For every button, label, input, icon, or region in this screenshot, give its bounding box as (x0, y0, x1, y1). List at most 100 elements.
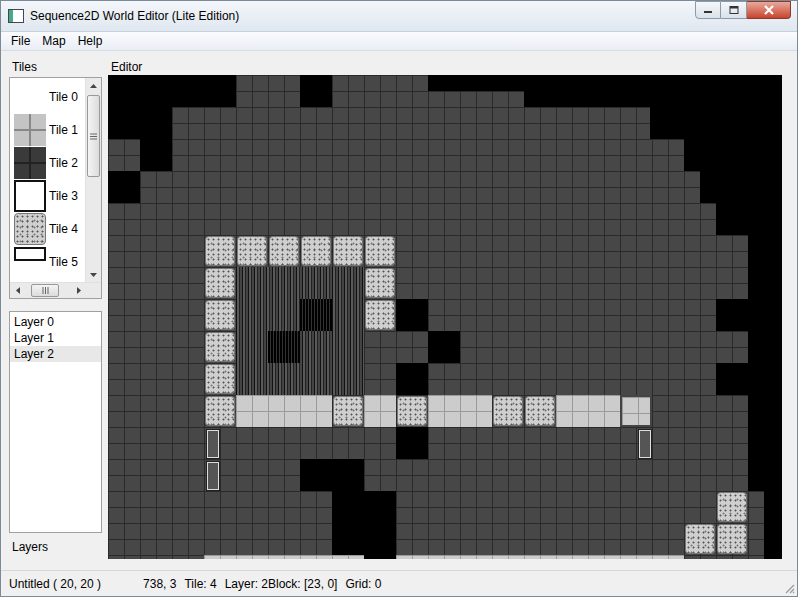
scroll-left-button[interactable] (10, 283, 25, 298)
stone-tile (397, 396, 427, 426)
document-status: Untitled ( 20, 20 ) (9, 577, 101, 591)
void-region (716, 203, 782, 235)
scroll-thumb[interactable] (87, 95, 100, 177)
void-region (764, 491, 782, 559)
light-tile (620, 395, 652, 427)
tile-item[interactable]: Tile 0 (10, 80, 85, 113)
void-region (650, 107, 782, 139)
light-tile (204, 555, 236, 559)
scroll-track (59, 283, 71, 298)
window-title: Sequence2D World Editor (Lite Edition) (30, 9, 695, 23)
layer-list: Layer 0Layer 1Layer 2 (9, 311, 102, 533)
menu-item[interactable]: File (5, 34, 36, 48)
light-tile (428, 395, 460, 427)
light-tile (588, 555, 620, 559)
stone-tile (365, 268, 395, 298)
light-tile (524, 555, 556, 559)
void-region (684, 139, 782, 171)
tile-white-icon (14, 180, 46, 212)
tile-item[interactable]: Tile 3 (10, 179, 85, 212)
light-tile (364, 395, 396, 427)
horizontal-scrollbar[interactable] (10, 282, 101, 298)
void-region (108, 171, 140, 203)
editor-panel: Editor (108, 59, 782, 570)
editor-label: Editor (108, 59, 782, 75)
stone-tile (365, 236, 395, 266)
layer-item[interactable]: Layer 0 (10, 314, 101, 330)
tile-empty-icon (14, 81, 46, 113)
menu-bar: FileMapHelp (1, 32, 797, 51)
dark-tile-patch (268, 331, 300, 363)
void-region (748, 267, 782, 299)
tile-item[interactable]: Tile 4 (10, 212, 85, 245)
tile-label: Tile 4 (49, 222, 78, 236)
map-canvas[interactable] (108, 75, 782, 559)
tile-item[interactable]: Tile 5 (10, 245, 85, 278)
scroll-thumb[interactable] (31, 284, 59, 297)
stone-tile (301, 236, 331, 266)
scroll-up-button[interactable] (86, 78, 101, 93)
outline-tile (207, 430, 219, 458)
stone-tile (205, 236, 235, 266)
scroll-track (86, 177, 101, 267)
app-icon (8, 9, 24, 23)
close-icon (763, 5, 775, 15)
title-bar: Sequence2D World Editor (Lite Edition) (1, 1, 797, 32)
status-field: 738, 3 (143, 577, 176, 591)
striped-tile-area (236, 267, 364, 395)
maximize-icon (729, 6, 739, 14)
stone-tile (365, 300, 395, 330)
stone-tile (493, 396, 523, 426)
status-bar: Untitled ( 20, 20 ) 738, 3 Tile: 4 Layer: 2… (1, 570, 797, 596)
arrow-left-icon (16, 287, 20, 294)
layer-item[interactable]: Layer 2 (10, 346, 101, 362)
light-tile (652, 555, 684, 559)
light-tile (428, 555, 460, 559)
light-tile (588, 395, 620, 427)
light-tile (268, 395, 300, 427)
light-tile (620, 555, 652, 559)
stone-tile (269, 236, 299, 266)
light-tile (236, 395, 268, 427)
light-tile (556, 555, 588, 559)
void-region (700, 171, 782, 203)
window-buttons (695, 1, 791, 19)
stone-tile (685, 524, 715, 554)
void-region (748, 395, 782, 491)
stone-tile (237, 236, 267, 266)
layer-item[interactable]: Layer 1 (10, 330, 101, 346)
tile-label: Tile 3 (49, 189, 78, 203)
void-region (300, 459, 364, 491)
void-region (108, 107, 172, 139)
menu-item[interactable]: Map (36, 34, 71, 48)
void-region (396, 427, 428, 459)
vertical-scrollbar[interactable] (85, 78, 101, 282)
void-region (396, 299, 428, 331)
stone-tile (205, 364, 235, 394)
status-field: Tile: 4 (184, 577, 216, 591)
status-fields: 738, 3Tile: 4Layer: 2Block: [23, 0]Grid:… (113, 577, 381, 591)
minimize-button[interactable] (695, 1, 721, 19)
void-region (716, 363, 782, 395)
tile-palette: Tile 0Tile 1Tile 2 Tile 3 Tile 4 Tile 5 (9, 77, 102, 299)
resize-grip[interactable] (783, 582, 795, 594)
main-area: TilesTile 0Tile 1Tile 2Tile 3Tile 4Tile … (1, 51, 797, 570)
void-region (140, 139, 172, 171)
maximize-button[interactable] (721, 1, 747, 19)
stone-tile (205, 300, 235, 330)
tile-palette-body: Tile 0Tile 1Tile 2 Tile 3 Tile 4 Tile 5 (10, 78, 101, 282)
tile-item[interactable]: Tile 1 (10, 113, 85, 146)
void-region (396, 363, 428, 395)
tile-item[interactable]: Tile 2 (10, 146, 85, 179)
scroll-down-button[interactable] (86, 267, 101, 282)
scroll-right-button[interactable] (71, 283, 86, 298)
void-region (716, 299, 782, 331)
menu-item[interactable]: Help (72, 34, 109, 48)
status-field: Layer: 2Block: [23, 0] (225, 577, 338, 591)
stone-tile (525, 396, 555, 426)
minimize-icon (703, 6, 713, 14)
light-tile (556, 395, 588, 427)
close-button[interactable] (747, 1, 791, 19)
tile-label: Tile 5 (49, 255, 78, 269)
layers-label: Layers (9, 539, 102, 555)
